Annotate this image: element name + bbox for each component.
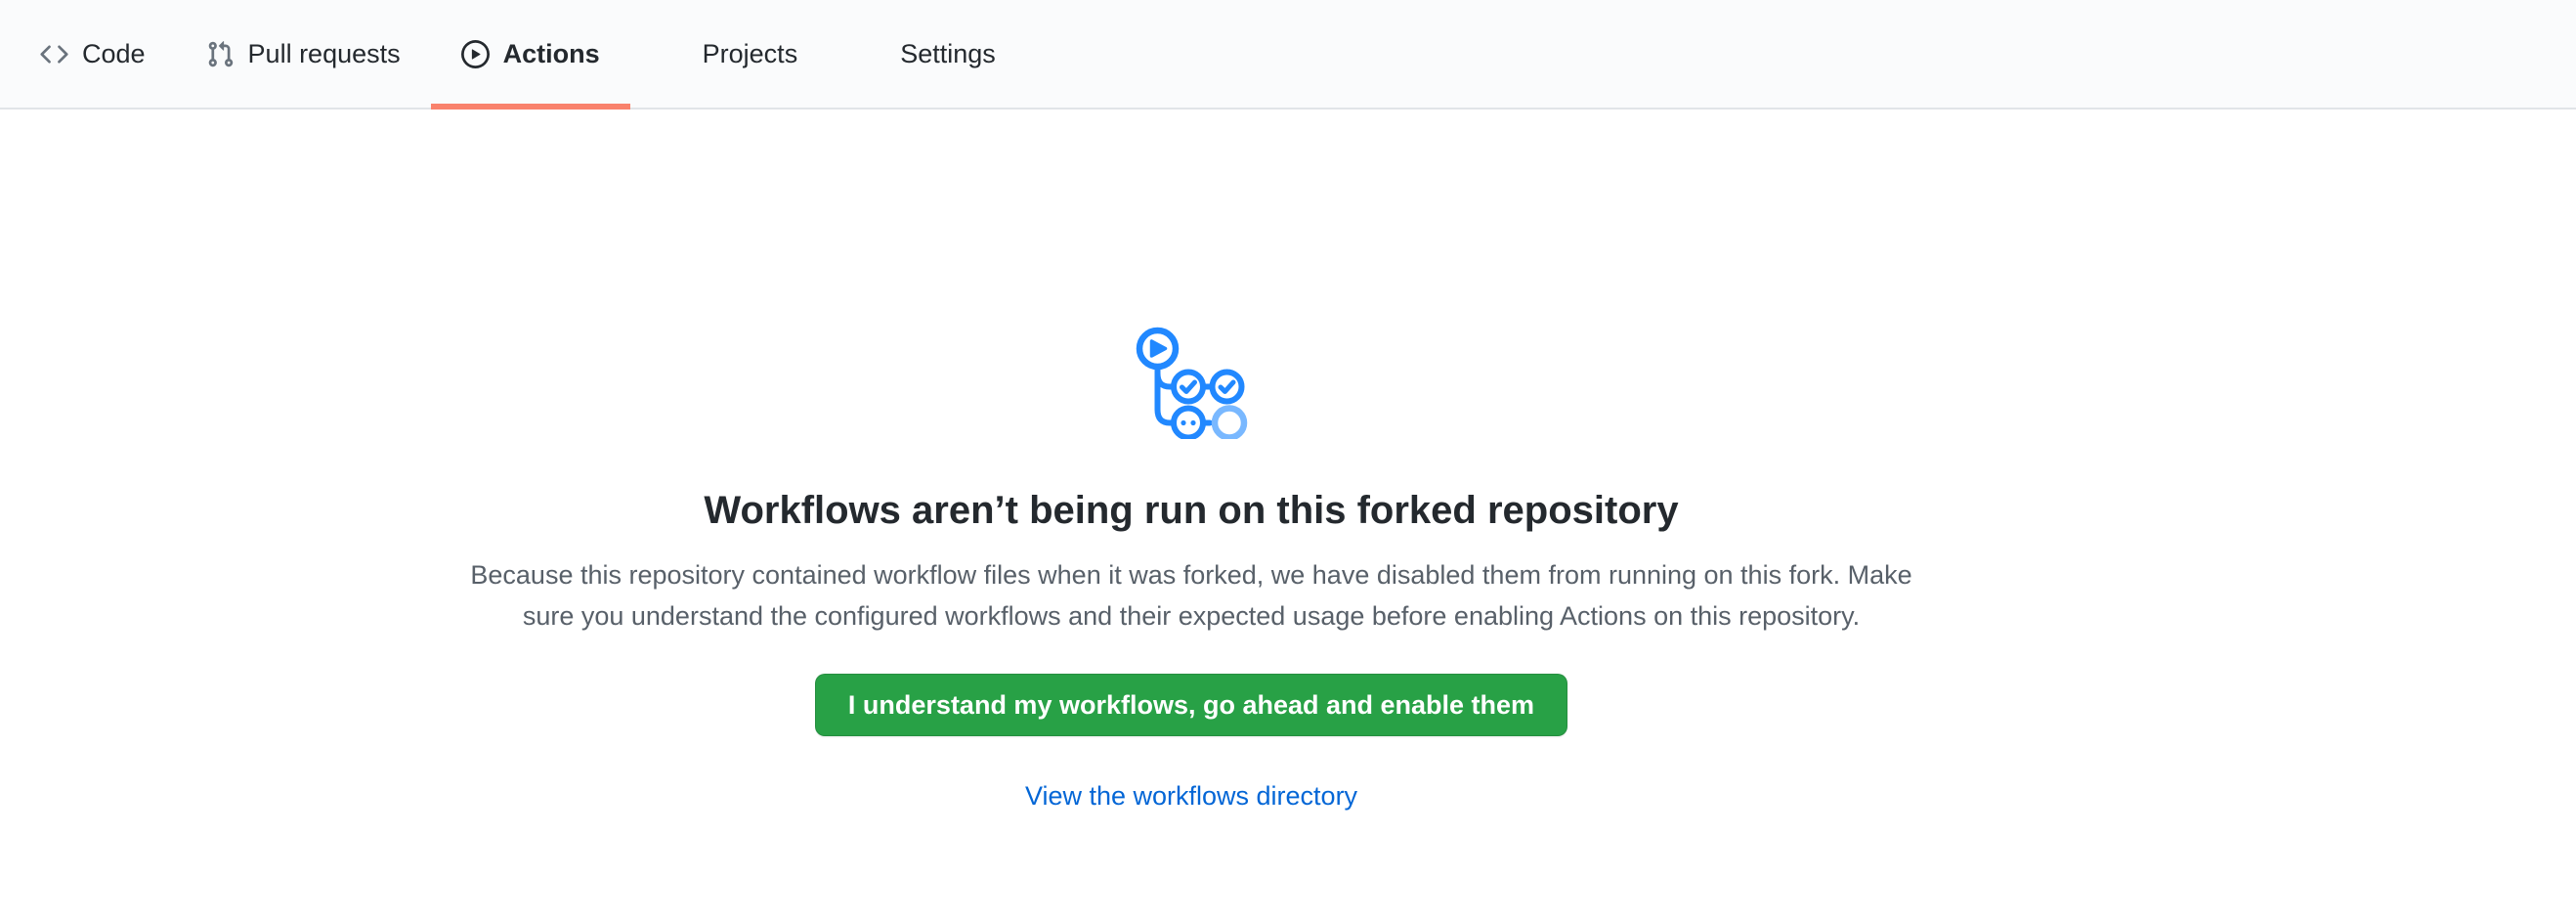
enable-workflows-button[interactable]: I understand my workflows, go ahead and … [815,674,1567,736]
blankslate-description: Because this repository contained workfl… [470,554,1911,637]
tab-settings[interactable]: Settings [828,0,1026,108]
page-title: Workflows aren’t being run on this forke… [704,490,1678,531]
git-pull-request-icon [206,40,235,68]
tab-settings-label: Settings [900,41,996,67]
tab-pull-requests[interactable]: Pull requests [176,0,431,108]
description-line-1: Because this repository contained workfl… [470,554,1911,595]
tab-code[interactable]: Code [10,0,176,108]
description-line-2: sure you understand the configured workf… [470,595,1911,637]
play-circle-icon [461,40,490,68]
tab-pull-requests-label: Pull requests [248,41,401,67]
tab-code-label: Code [82,41,146,67]
project-board-icon [661,40,689,68]
gear-icon [858,40,886,68]
actions-disabled-blankslate: Workflows aren’t being run on this forke… [0,110,2383,812]
tab-projects-label: Projects [703,41,798,67]
tab-projects[interactable]: Projects [630,0,829,108]
repo-tab-bar: Code Pull requests Actions Projects [0,0,2576,110]
tab-actions-label: Actions [503,41,600,67]
code-icon [40,40,68,68]
tab-actions[interactable]: Actions [431,0,630,108]
view-workflows-directory-link[interactable]: View the workflows directory [1025,781,1357,812]
workflow-graph-icon [1135,324,1248,439]
